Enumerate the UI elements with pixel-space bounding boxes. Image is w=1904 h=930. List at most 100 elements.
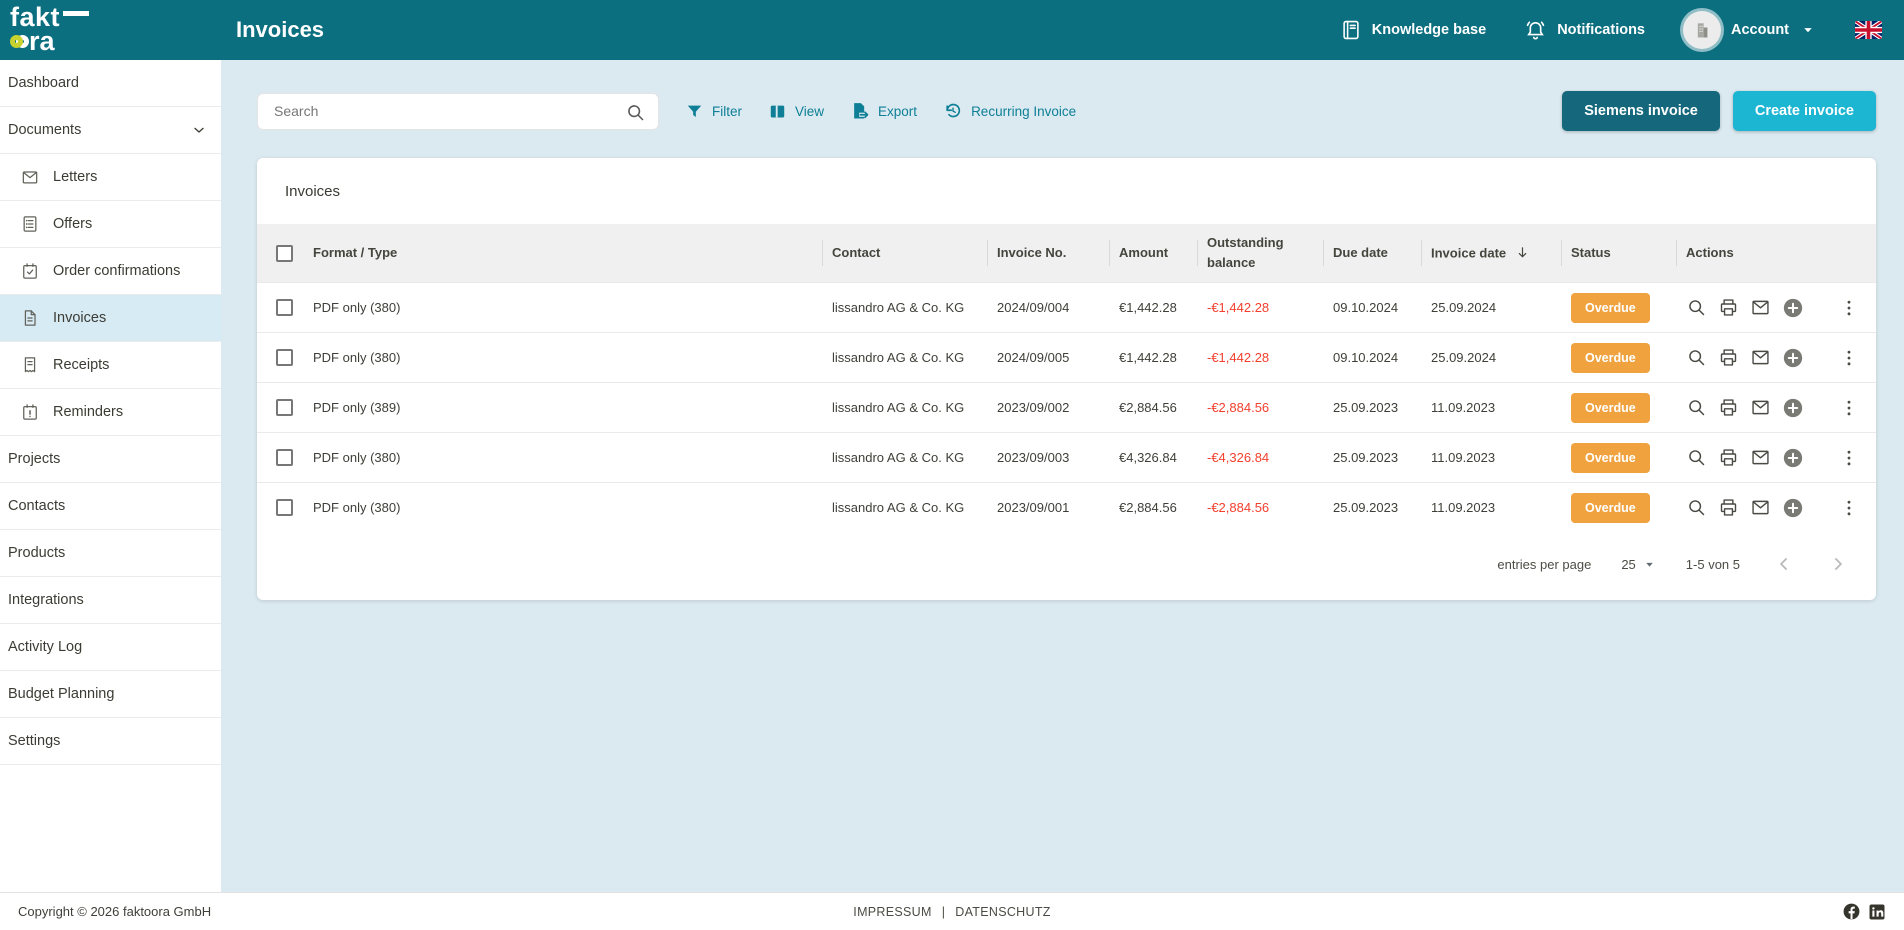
row-checkbox[interactable]: [276, 299, 293, 316]
sidebar-item-activity-log[interactable]: Activity Log: [0, 624, 221, 671]
pagination-range: 1-5 von 5: [1686, 557, 1740, 572]
status-badge: Overdue: [1571, 493, 1650, 523]
sidebar-item-settings[interactable]: Settings: [0, 718, 221, 765]
caret-down-icon: [1643, 558, 1656, 571]
column-header-status[interactable]: Status: [1561, 237, 1676, 269]
select-all-checkbox[interactable]: [276, 245, 293, 262]
invoice-icon: [20, 308, 40, 328]
knowledge-base-button[interactable]: Knowledge base: [1340, 19, 1486, 41]
email-icon[interactable]: [1750, 497, 1771, 518]
sidebar-item-documents[interactable]: Documents: [0, 107, 221, 154]
row-checkbox[interactable]: [276, 499, 293, 516]
create-invoice-button[interactable]: Create invoice: [1733, 91, 1876, 131]
email-icon[interactable]: [1750, 347, 1771, 368]
bell-icon: [1524, 19, 1547, 42]
column-header-due-date[interactable]: Due date: [1323, 237, 1421, 269]
sidebar-item-reminders[interactable]: Reminders: [0, 389, 221, 436]
account-menu[interactable]: Account: [1683, 11, 1817, 49]
add-payment-icon[interactable]: [1782, 497, 1804, 519]
sidebar-item-products[interactable]: Products: [0, 530, 221, 577]
sidebar-item-letters[interactable]: Letters: [0, 154, 221, 201]
contact-cell: lissandro AG & Co. KG: [822, 400, 987, 415]
column-header-invoice-no[interactable]: Invoice No.: [987, 237, 1109, 269]
row-checkbox[interactable]: [276, 349, 293, 366]
filter-button[interactable]: Filter: [685, 102, 742, 121]
more-actions-icon[interactable]: [1839, 348, 1859, 368]
contact-cell: lissandro AG & Co. KG: [822, 450, 987, 465]
language-flag-uk-icon[interactable]: [1855, 21, 1882, 39]
preview-icon[interactable]: [1686, 447, 1707, 468]
linkedin-icon[interactable]: [1868, 903, 1886, 921]
more-actions-icon[interactable]: [1839, 298, 1859, 318]
sidebar-item-dashboard[interactable]: Dashboard: [0, 60, 221, 107]
column-header-invoice-date[interactable]: Invoice date: [1421, 237, 1561, 270]
sidebar-item-contacts[interactable]: Contacts: [0, 483, 221, 530]
column-header-outstanding-balance[interactable]: Outstanding balance: [1197, 227, 1323, 279]
avatar: [1683, 11, 1721, 49]
preview-icon[interactable]: [1686, 347, 1707, 368]
export-button[interactable]: Export: [850, 101, 917, 121]
app-header: fakt ra Invoices Knowledge base Notifica…: [0, 0, 1904, 60]
recurring-invoice-button[interactable]: Recurring Invoice: [943, 101, 1076, 121]
table-row[interactable]: PDF only (380) lissandro AG & Co. KG 202…: [257, 432, 1876, 482]
sidebar-item-order-confirmations[interactable]: Order confirmations: [0, 248, 221, 295]
footer-link-separator: |: [942, 905, 946, 919]
add-payment-icon[interactable]: [1782, 447, 1804, 469]
more-actions-icon[interactable]: [1839, 398, 1859, 418]
add-payment-icon[interactable]: [1782, 297, 1804, 319]
column-header-contact[interactable]: Contact: [822, 237, 987, 269]
table-row[interactable]: PDF only (380) lissandro AG & Co. KG 202…: [257, 282, 1876, 332]
table-header-row: Format / Type Contact Invoice No. Amount…: [257, 224, 1876, 282]
export-icon: [850, 101, 870, 121]
datenschutz-link[interactable]: DATENSCHUTZ: [955, 905, 1050, 919]
search-icon[interactable]: [625, 102, 646, 123]
facebook-icon[interactable]: [1842, 902, 1861, 921]
print-icon[interactable]: [1718, 497, 1739, 518]
outstanding-balance-cell: -€1,442.28: [1197, 350, 1323, 365]
sidebar-item-receipts[interactable]: Receipts: [0, 342, 221, 389]
view-button[interactable]: View: [768, 102, 824, 121]
sort-descending-icon[interactable]: [1514, 244, 1531, 261]
email-icon[interactable]: [1750, 397, 1771, 418]
order-confirmation-icon: [20, 261, 40, 281]
preview-icon[interactable]: [1686, 297, 1707, 318]
sidebar-item-integrations[interactable]: Integrations: [0, 577, 221, 624]
more-actions-icon[interactable]: [1839, 448, 1859, 468]
previous-page-button[interactable]: [1774, 554, 1794, 574]
preview-icon[interactable]: [1686, 497, 1707, 518]
siemens-invoice-button[interactable]: Siemens invoice: [1562, 91, 1720, 131]
invoice-table-body: PDF only (380) lissandro AG & Co. KG 202…: [257, 282, 1876, 532]
column-header-format-type[interactable]: Format / Type: [313, 237, 822, 269]
email-icon[interactable]: [1750, 447, 1771, 468]
format-type-cell: PDF only (380): [313, 450, 822, 465]
invoice-date-cell: 11.09.2023: [1421, 400, 1561, 415]
next-page-button[interactable]: [1828, 554, 1848, 574]
notifications-button[interactable]: Notifications: [1524, 19, 1645, 42]
email-icon[interactable]: [1750, 297, 1771, 318]
impressum-link[interactable]: IMPRESSUM: [853, 905, 931, 919]
add-payment-icon[interactable]: [1782, 397, 1804, 419]
print-icon[interactable]: [1718, 297, 1739, 318]
table-row[interactable]: PDF only (380) lissandro AG & Co. KG 202…: [257, 332, 1876, 382]
sidebar-item-invoices[interactable]: Invoices: [0, 295, 221, 342]
print-icon[interactable]: [1718, 447, 1739, 468]
add-payment-icon[interactable]: [1782, 347, 1804, 369]
logo-ring-yellow-icon: [10, 35, 23, 48]
column-header-amount[interactable]: Amount: [1109, 237, 1197, 269]
search-input[interactable]: [258, 94, 658, 129]
sidebar-item-projects[interactable]: Projects: [0, 436, 221, 483]
table-row[interactable]: PDF only (380) lissandro AG & Co. KG 202…: [257, 482, 1876, 532]
page-size-select[interactable]: 25: [1621, 557, 1655, 572]
faktoora-logo[interactable]: fakt ra: [10, 5, 210, 54]
row-checkbox[interactable]: [276, 399, 293, 416]
sidebar-item-offers[interactable]: Offers: [0, 201, 221, 248]
preview-icon[interactable]: [1686, 397, 1707, 418]
columns-view-icon: [768, 102, 787, 121]
print-icon[interactable]: [1718, 347, 1739, 368]
status-badge: Overdue: [1571, 293, 1650, 323]
print-icon[interactable]: [1718, 397, 1739, 418]
table-row[interactable]: PDF only (389) lissandro AG & Co. KG 202…: [257, 382, 1876, 432]
more-actions-icon[interactable]: [1839, 498, 1859, 518]
row-checkbox[interactable]: [276, 449, 293, 466]
sidebar-item-budget-planning[interactable]: Budget Planning: [0, 671, 221, 718]
